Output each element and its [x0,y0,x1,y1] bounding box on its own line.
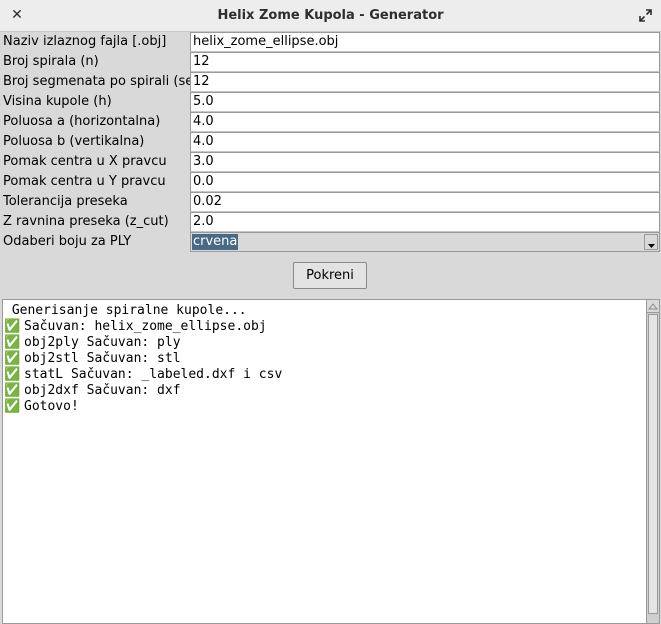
log-line: ✅ obj2stl Sačuvan: stl [4,351,181,366]
form-row-height: Visina kupole (h) 5.0 [0,92,661,112]
log-line: ✅ obj2ply Sačuvan: ply [4,335,181,350]
output-log[interactable]: Generisanje spiralne kupole... ✅ Sačuvan:… [2,299,647,624]
check-icon: ✅ [4,383,21,398]
field-label: Pomak centra u X pravcu [3,154,167,169]
check-icon: ✅ [4,335,21,350]
ply-color-select[interactable]: crvena [190,232,660,252]
window-title: Helix Zome Kupola - Generator [217,8,444,23]
form-row-segments: Broj segmenata po spirali (segs) 12 [0,72,661,92]
form-row-offset-y: Pomak centra u Y pravcu 0.0 [0,172,661,192]
selected-option: crvena [192,234,239,250]
form-row-semi-axis-a: Poluosa a (horizontalna) 4.0 [0,112,661,132]
form-row-output-file: Naziv izlaznog fajla [.obj] helix_zome_e… [0,32,661,52]
check-icon: ✅ [4,319,21,334]
log-line: ✅ Sačuvan: helix_zome_ellipse.obj [4,319,267,334]
semi-axis-b-input[interactable]: 4.0 [190,132,660,152]
log-scrollbar[interactable] [647,299,660,624]
semi-axis-a-input[interactable]: 4.0 [190,112,660,132]
field-label: Broj spirala (n) [3,54,99,69]
form-row-semi-axis-b: Poluosa b (vertikalna) 4.0 [0,132,661,152]
offset-x-input[interactable]: 3.0 [190,152,660,172]
field-label: Poluosa b (vertikalna) [3,134,145,149]
offset-y-input[interactable]: 0.0 [190,172,660,192]
maximize-icon[interactable] [638,8,653,23]
field-label: Odaberi boju za PLY [3,234,132,249]
check-icon: ✅ [4,367,21,382]
output-file-input[interactable]: helix_zome_ellipse.obj [190,32,660,52]
form-row-z-cut: Z ravnina preseka (z_cut) 2.0 [0,212,661,232]
form-row-ply-color: Odaberi boju za PLY crvena [0,232,661,252]
run-button[interactable]: Pokreni [293,262,367,289]
field-label: Tolerancija preseka [3,194,128,209]
field-label: Broj segmenata po spirali (segs) [3,74,214,89]
field-label: Pomak centra u Y pravcu [3,174,166,189]
segments-input[interactable]: 12 [190,72,660,92]
field-label: Z ravnina preseka (z_cut) [3,214,169,229]
check-icon: ✅ [4,399,21,414]
tolerance-input[interactable]: 0.02 [190,192,660,212]
form-row-offset-x: Pomak centra u X pravcu 3.0 [0,152,661,172]
height-input[interactable]: 5.0 [190,92,660,112]
field-label: Naziv izlaznog fajla [.obj] [3,34,167,49]
field-label: Poluosa a (horizontalna) [3,114,161,129]
scroll-up-icon[interactable] [647,300,659,313]
check-icon: ✅ [4,351,21,366]
form-row-tolerance: Tolerancija preseka 0.02 [0,192,661,212]
parameters-form: Naziv izlaznog fajla [.obj] helix_zome_e… [0,32,661,252]
z-cut-input[interactable]: 2.0 [190,212,660,232]
form-row-spiral-count: Broj spirala (n) 12 [0,52,661,72]
scrollbar-thumb[interactable] [648,314,658,614]
field-label: Visina kupole (h) [3,94,112,109]
log-line: ✅ Gotovo! [4,399,79,414]
log-line: ✅ statL Sačuvan: _labeled.dxf i csv [4,367,283,382]
title-bar: ✕ Helix Zome Kupola - Generator [0,0,661,32]
log-line: ✅ obj2dxf Sačuvan: dxf [4,383,181,398]
dropdown-arrow-icon[interactable] [644,234,658,250]
log-line: Generisanje spiralne kupole... [4,303,247,318]
spiral-count-input[interactable]: 12 [190,52,660,72]
